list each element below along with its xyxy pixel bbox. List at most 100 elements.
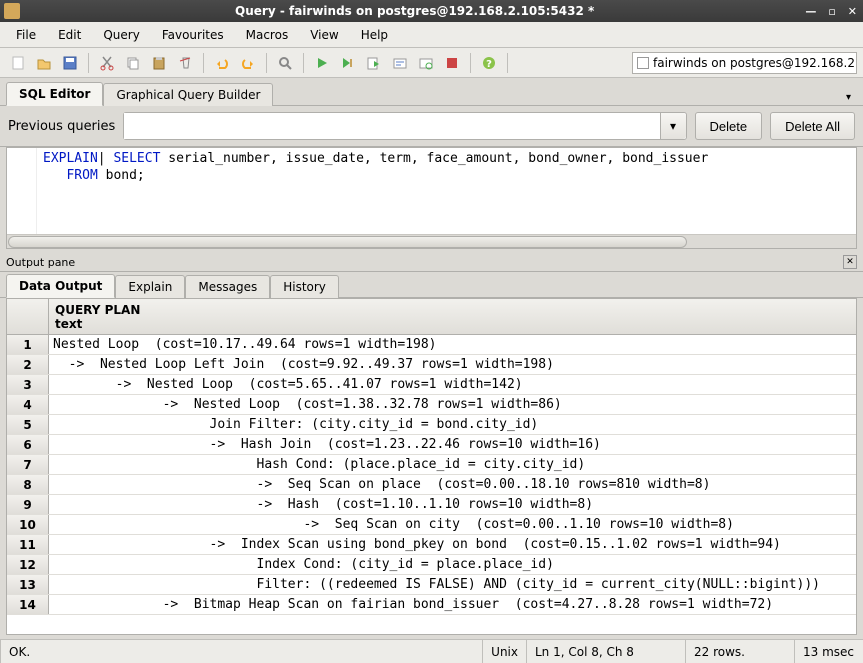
row-number[interactable]: 3 xyxy=(7,375,49,394)
cell-query-plan[interactable]: -> Nested Loop (cost=1.38..32.78 rows=1 … xyxy=(49,395,856,414)
execute-file-icon[interactable] xyxy=(362,51,386,75)
help-icon[interactable]: ? xyxy=(477,51,501,75)
previous-queries-dropdown-icon[interactable]: ▾ xyxy=(660,113,686,139)
explain-analyze-icon[interactable] xyxy=(414,51,438,75)
output-pane-close-icon[interactable]: ✕ xyxy=(843,255,857,269)
grid-body[interactable]: 1Nested Loop (cost=10.17..49.64 rows=1 w… xyxy=(7,335,856,634)
editor-horizontal-scrollbar[interactable] xyxy=(7,234,856,248)
row-number[interactable]: 5 xyxy=(7,415,49,434)
grid-column-header[interactable]: QUERY PLAN text xyxy=(49,299,856,334)
row-number[interactable]: 14 xyxy=(7,595,49,614)
cell-query-plan[interactable]: -> Index Scan using bond_pkey on bond (c… xyxy=(49,535,856,554)
redo-icon[interactable] xyxy=(236,51,260,75)
status-rowcount: 22 rows. xyxy=(685,640,795,663)
menu-macros[interactable]: Macros xyxy=(236,25,299,45)
execute-pgscript-icon[interactable] xyxy=(336,51,360,75)
previous-queries-bar: Previous queries ▾ Delete Delete All xyxy=(0,106,863,147)
row-number[interactable]: 11 xyxy=(7,535,49,554)
find-icon[interactable] xyxy=(273,51,297,75)
tabs-overflow-icon[interactable]: ▾ xyxy=(840,90,857,105)
paste-icon[interactable] xyxy=(147,51,171,75)
menu-file[interactable]: File xyxy=(6,25,46,45)
menu-help[interactable]: Help xyxy=(351,25,398,45)
table-row[interactable]: 9 -> Hash (cost=1.10..1.10 rows=10 width… xyxy=(7,495,856,515)
undo-icon[interactable] xyxy=(210,51,234,75)
maximize-button[interactable]: ▫ xyxy=(826,5,837,18)
clear-icon[interactable] xyxy=(173,51,197,75)
new-icon[interactable] xyxy=(6,51,30,75)
minimize-button[interactable]: — xyxy=(803,5,818,18)
tab-graphical-builder[interactable]: Graphical Query Builder xyxy=(103,83,273,106)
open-icon[interactable] xyxy=(32,51,56,75)
tab-messages[interactable]: Messages xyxy=(185,275,270,298)
table-row[interactable]: 4 -> Nested Loop (cost=1.38..32.78 rows=… xyxy=(7,395,856,415)
result-grid: QUERY PLAN text 1Nested Loop (cost=10.17… xyxy=(6,298,857,635)
delete-all-button[interactable]: Delete All xyxy=(770,112,855,140)
cell-query-plan[interactable]: Filter: ((redeemed IS FALSE) AND (city_i… xyxy=(49,575,856,594)
svg-text:?: ? xyxy=(486,59,492,70)
table-row[interactable]: 8 -> Seq Scan on place (cost=0.00..18.10… xyxy=(7,475,856,495)
table-row[interactable]: 1Nested Loop (cost=10.17..49.64 rows=1 w… xyxy=(7,335,856,355)
row-number[interactable]: 6 xyxy=(7,435,49,454)
table-row[interactable]: 11 -> Index Scan using bond_pkey on bond… xyxy=(7,535,856,555)
cell-query-plan[interactable]: -> Seq Scan on place (cost=0.00..18.10 r… xyxy=(49,475,856,494)
table-row[interactable]: 6 -> Hash Join (cost=1.23..22.46 rows=10… xyxy=(7,435,856,455)
row-number[interactable]: 10 xyxy=(7,515,49,534)
cell-query-plan[interactable]: -> Seq Scan on city (cost=0.00..1.10 row… xyxy=(49,515,856,534)
cell-query-plan[interactable]: Hash Cond: (place.place_id = city.city_i… xyxy=(49,455,856,474)
previous-queries-combo[interactable]: ▾ xyxy=(123,112,686,140)
execute-icon[interactable] xyxy=(310,51,334,75)
cell-query-plan[interactable]: Nested Loop (cost=10.17..49.64 rows=1 wi… xyxy=(49,335,856,354)
table-row[interactable]: 12 Index Cond: (city_id = place.place_id… xyxy=(7,555,856,575)
cell-query-plan[interactable]: -> Hash Join (cost=1.23..22.46 rows=10 w… xyxy=(49,435,856,454)
tab-history[interactable]: History xyxy=(270,275,339,298)
table-row[interactable]: 2 -> Nested Loop Left Join (cost=9.92..4… xyxy=(7,355,856,375)
grid-header: QUERY PLAN text xyxy=(7,299,856,335)
copy-icon[interactable] xyxy=(121,51,145,75)
row-number[interactable]: 1 xyxy=(7,335,49,354)
cancel-query-icon[interactable] xyxy=(440,51,464,75)
row-number[interactable]: 8 xyxy=(7,475,49,494)
status-encoding: Unix xyxy=(482,640,527,663)
row-number[interactable]: 13 xyxy=(7,575,49,594)
menu-view[interactable]: View xyxy=(300,25,348,45)
delete-button[interactable]: Delete xyxy=(695,112,763,140)
tab-explain[interactable]: Explain xyxy=(115,275,185,298)
cell-query-plan[interactable]: -> Nested Loop Left Join (cost=9.92..49.… xyxy=(49,355,856,374)
row-number[interactable]: 4 xyxy=(7,395,49,414)
database-combo[interactable]: fairwinds on postgres@192.168.2.105:5432 xyxy=(632,52,857,74)
table-row[interactable]: 14 -> Bitmap Heap Scan on fairian bond_i… xyxy=(7,595,856,615)
row-number[interactable]: 2 xyxy=(7,355,49,374)
tab-sql-editor[interactable]: SQL Editor xyxy=(6,82,103,106)
db-autocommit-checkbox[interactable] xyxy=(637,57,649,69)
row-number[interactable]: 9 xyxy=(7,495,49,514)
tab-data-output[interactable]: Data Output xyxy=(6,274,115,298)
menu-edit[interactable]: Edit xyxy=(48,25,91,45)
close-button[interactable]: ✕ xyxy=(846,5,859,18)
cut-icon[interactable] xyxy=(95,51,119,75)
cell-query-plan[interactable]: Index Cond: (city_id = place.place_id) xyxy=(49,555,856,574)
cell-query-plan[interactable]: -> Nested Loop (cost=5.65..41.07 rows=1 … xyxy=(49,375,856,394)
table-row[interactable]: 3 -> Nested Loop (cost=5.65..41.07 rows=… xyxy=(7,375,856,395)
grid-corner[interactable] xyxy=(7,299,49,334)
explain-icon[interactable] xyxy=(388,51,412,75)
sql-editor: EXPLAIN| SELECT serial_number, issue_dat… xyxy=(6,147,857,249)
table-row[interactable]: 13 Filter: ((redeemed IS FALSE) AND (cit… xyxy=(7,575,856,595)
previous-queries-input[interactable] xyxy=(124,113,659,139)
column-type: text xyxy=(55,317,850,331)
table-row[interactable]: 10 -> Seq Scan on city (cost=0.00..1.10 … xyxy=(7,515,856,535)
menu-query[interactable]: Query xyxy=(93,25,149,45)
cell-query-plan[interactable]: Join Filter: (city.city_id = bond.city_i… xyxy=(49,415,856,434)
cell-query-plan[interactable]: -> Hash (cost=1.10..1.10 rows=10 width=8… xyxy=(49,495,856,514)
editor-content[interactable]: EXPLAIN| SELECT serial_number, issue_dat… xyxy=(37,148,714,234)
cell-query-plan[interactable]: -> Bitmap Heap Scan on fairian bond_issu… xyxy=(49,595,856,614)
table-row[interactable]: 5 Join Filter: (city.city_id = bond.city… xyxy=(7,415,856,435)
row-number[interactable]: 12 xyxy=(7,555,49,574)
statusbar: OK. Unix Ln 1, Col 8, Ch 8 22 rows. 13 m… xyxy=(0,639,863,663)
scrollbar-thumb[interactable] xyxy=(8,236,687,248)
table-row[interactable]: 7 Hash Cond: (place.place_id = city.city… xyxy=(7,455,856,475)
menu-favourites[interactable]: Favourites xyxy=(152,25,234,45)
sql-editor-area[interactable]: EXPLAIN| SELECT serial_number, issue_dat… xyxy=(7,148,856,234)
save-icon[interactable] xyxy=(58,51,82,75)
row-number[interactable]: 7 xyxy=(7,455,49,474)
